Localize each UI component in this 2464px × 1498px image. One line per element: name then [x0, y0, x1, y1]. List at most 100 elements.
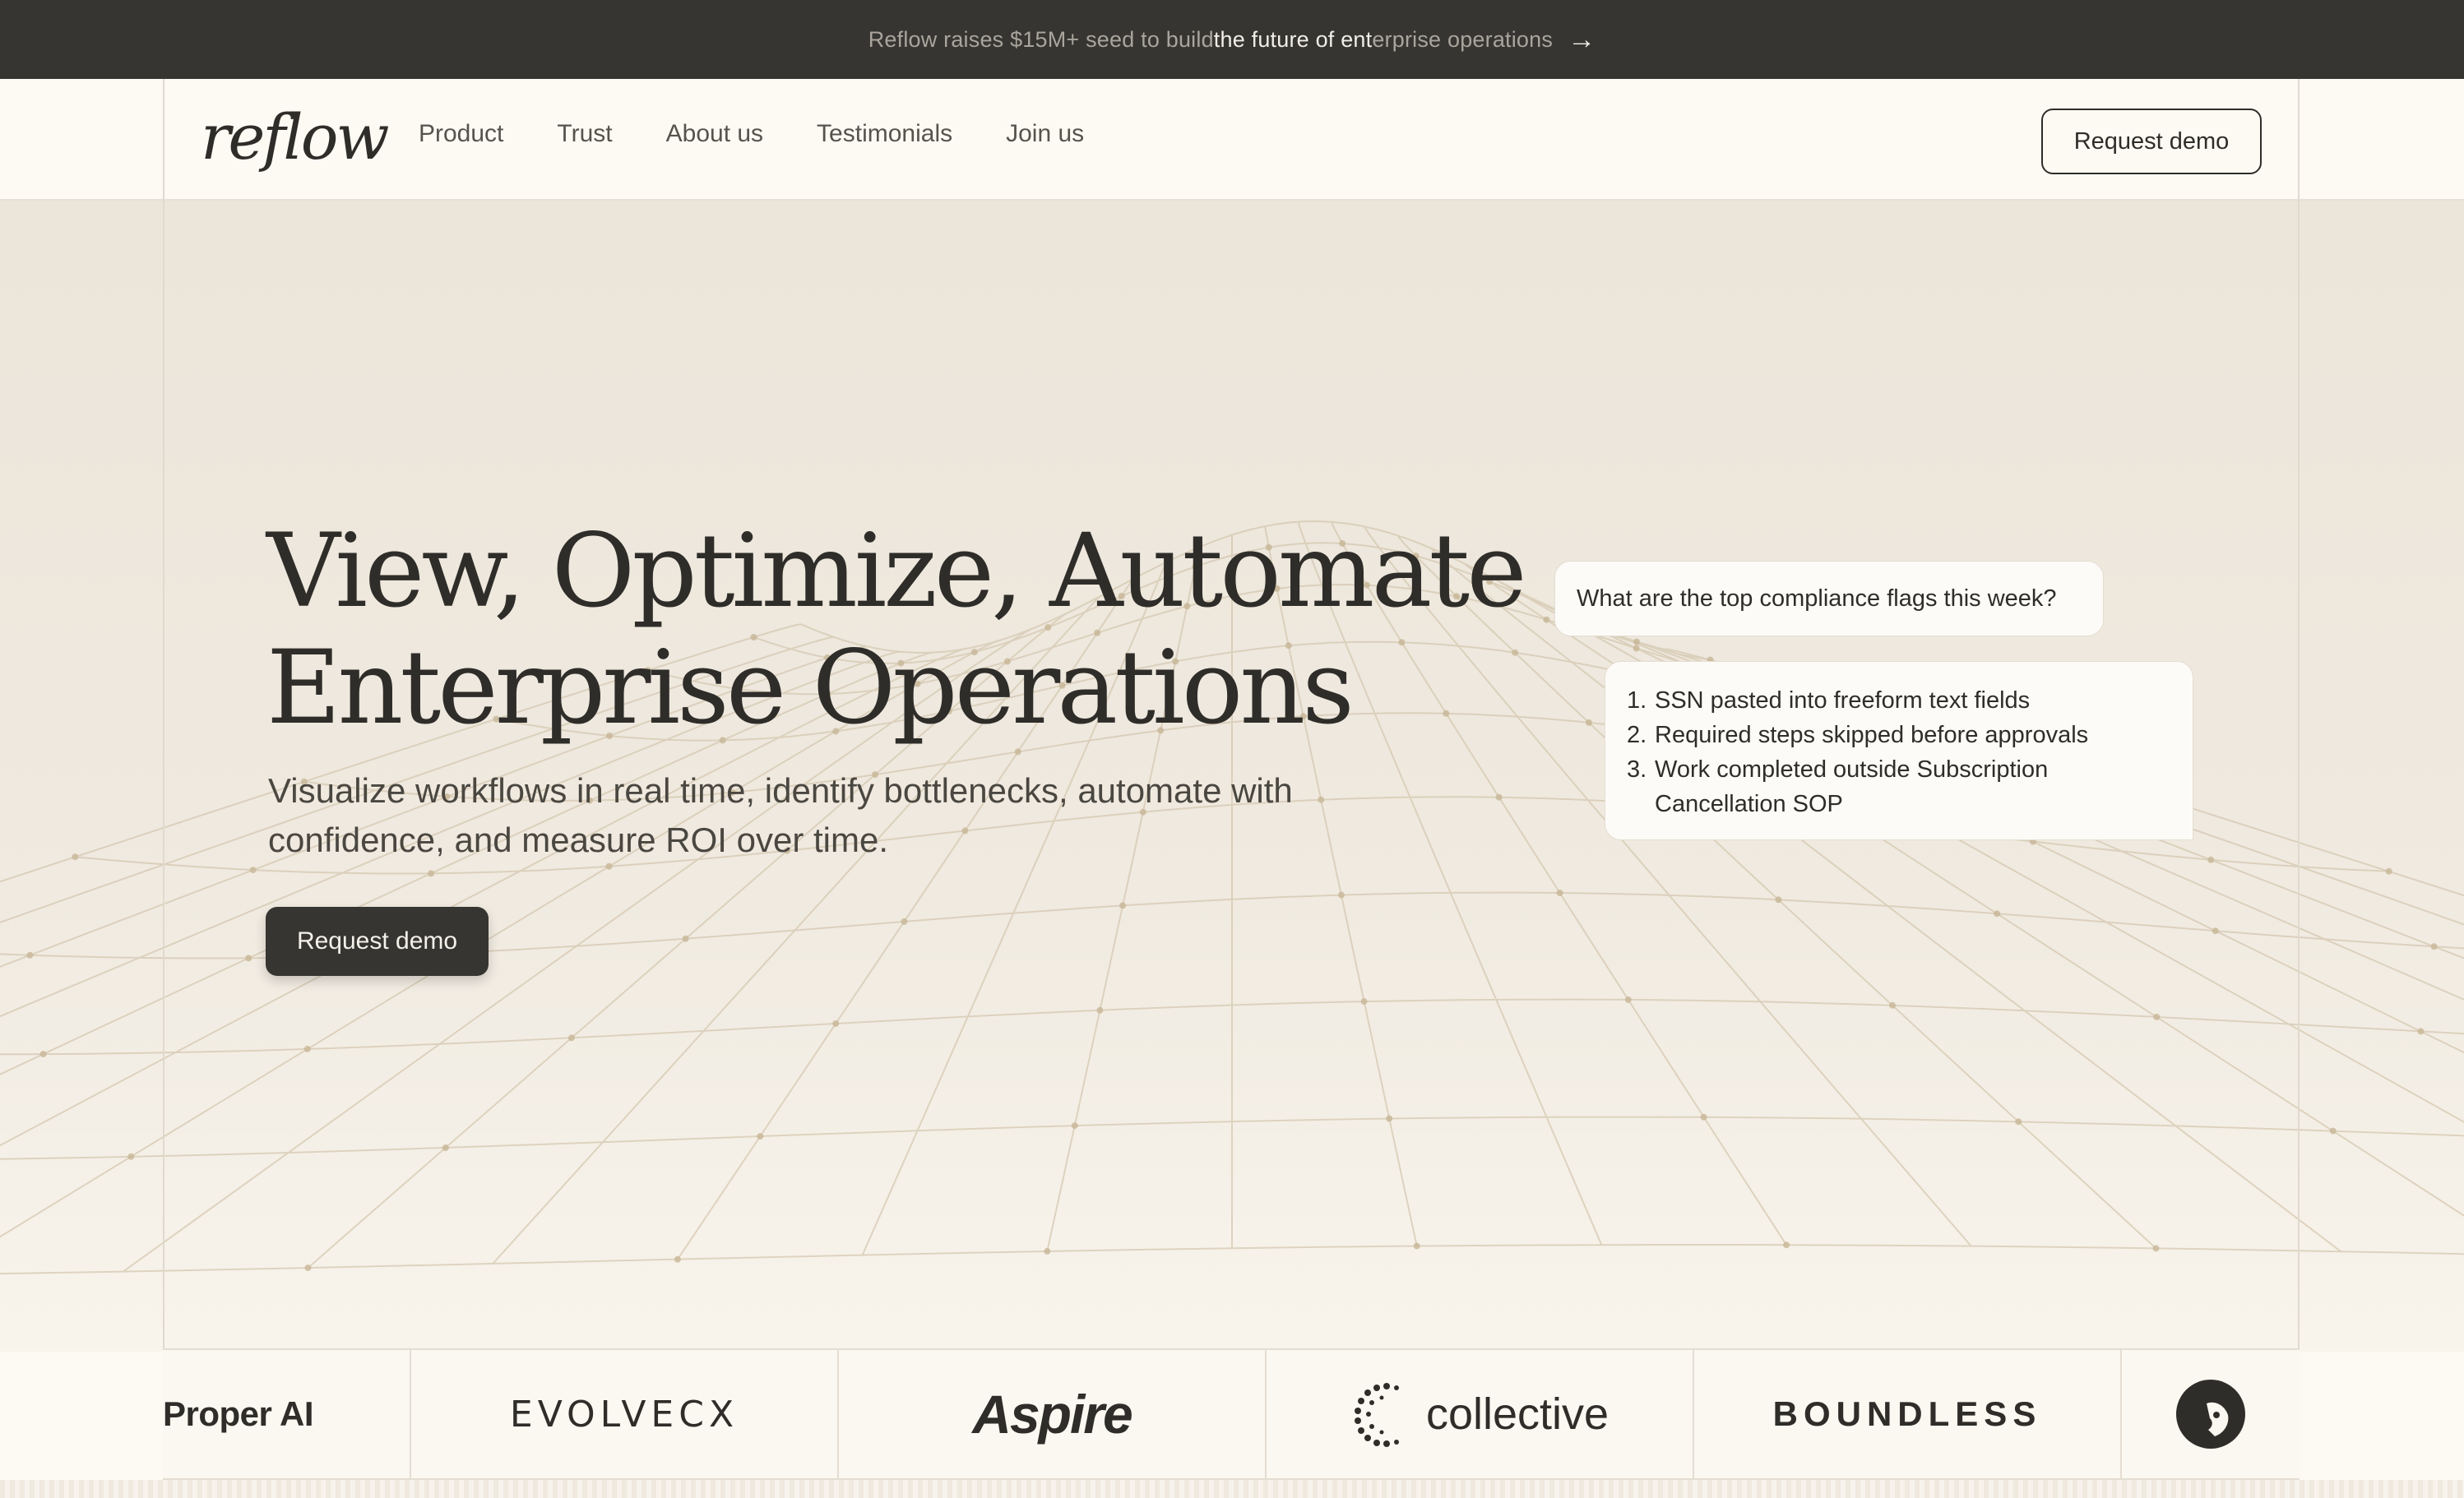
logo-boundless: BOUNDLESS: [1694, 1350, 2120, 1478]
mesh-dot: [304, 1265, 312, 1272]
mesh-dot: [2153, 1013, 2161, 1020]
site-header: reflow Product Trust About us Testimonia…: [0, 79, 2464, 201]
hero-subtitle-line1: Visualize workflows in real time, identi…: [268, 771, 1293, 810]
mesh-dot: [39, 1051, 47, 1058]
mesh-dot: [682, 935, 689, 942]
nav-trust[interactable]: Trust: [557, 120, 612, 148]
mesh-dot: [2015, 1118, 2022, 1126]
mesh-dot: [1585, 719, 1592, 726]
hero-section: View, Optimize, Automate Enterprise Oper…: [0, 201, 2464, 1352]
chat-answer-bubble: 1. SSN pasted into freeform text fields 2…: [1605, 661, 2193, 840]
mesh-dot: [2385, 867, 2392, 875]
mesh-dot: [2417, 1028, 2425, 1035]
dotted-c-icon: [1354, 1383, 1399, 1447]
mesh-dot: [1700, 1113, 1707, 1121]
mesh-dot: [1775, 896, 1782, 904]
mesh-dot: [72, 853, 79, 861]
logo-collective: collective: [1267, 1350, 1693, 1478]
mesh-dot: [1360, 998, 1368, 1006]
mesh-dot: [2212, 927, 2219, 935]
mesh-dot: [1543, 616, 1550, 623]
answer-item: 3. Work completed outside Subscription Ca…: [1627, 752, 2171, 821]
mesh-dot: [1889, 1001, 1896, 1009]
nav-join-us[interactable]: Join us: [1006, 120, 1084, 148]
mesh-dot: [1413, 1242, 1420, 1250]
announcement-pre: Reflow raises $15M+ seed to build: [868, 26, 1214, 52]
hero-title: View, Optimize, Automate Enterprise Oper…: [266, 512, 1527, 747]
dog-circle-icon: [2176, 1380, 2245, 1449]
chat-question: What are the top compliance flags this w…: [1577, 585, 2057, 612]
mesh-col-line: [1430, 548, 2341, 1252]
logo-proper-ai-text: Proper AI: [163, 1394, 313, 1433]
mesh-row-line: [0, 1243, 2464, 1275]
mesh-dot: [249, 867, 257, 874]
logo-evolvecx-text: EVOLVECX: [509, 1393, 739, 1436]
logo-boundless-text: BOUNDLESS: [1772, 1394, 2042, 1433]
mesh-dot: [245, 955, 252, 962]
mesh-dot: [1624, 996, 1632, 1003]
mesh-dot: [1386, 1115, 1393, 1122]
mesh-dot: [127, 1153, 135, 1160]
answer-item: 2. Required steps skipped before approval…: [1627, 718, 2171, 752]
announcement-post: erprise operations: [1372, 26, 1554, 52]
header-request-demo-button[interactable]: Request demo: [2041, 109, 2262, 174]
frame-line-left: [163, 79, 164, 1498]
mesh-dot: [442, 1144, 449, 1151]
nav-about-us[interactable]: About us: [666, 120, 763, 148]
mesh-dot: [757, 1133, 764, 1140]
mesh-dot: [1633, 645, 1640, 652]
mesh-dot: [1119, 902, 1127, 909]
mesh-dot: [2430, 943, 2438, 950]
hero-subtitle-line2: confidence, and measure ROI over time.: [268, 821, 889, 859]
mesh-dot: [674, 1255, 681, 1263]
logo-collective-text: collective: [1425, 1389, 1609, 1439]
mesh-dot: [1337, 891, 1345, 899]
mesh-dot: [2329, 1127, 2337, 1135]
hero-title-line1: View, Optimize, Automate: [266, 512, 1527, 631]
answer-num: 3.: [1627, 756, 1647, 783]
mesh-dot: [26, 951, 34, 959]
mesh-dot: [1556, 890, 1563, 896]
logo-evolvecx: EVOLVECX: [411, 1350, 837, 1478]
reflow-logo[interactable]: reflow: [201, 100, 390, 173]
mesh-dot: [1633, 638, 1640, 645]
answer-text: Work completed outside Subscription Canc…: [1655, 756, 2049, 817]
hero-subtitle: Visualize workflows in real time, identi…: [268, 766, 1362, 865]
mesh-dot: [1044, 1247, 1051, 1255]
nav-testimonials[interactable]: Testimonials: [817, 120, 952, 148]
logo-text: reflow: [201, 100, 390, 173]
mesh-dot: [2207, 856, 2215, 863]
chat-question-bubble: What are the top compliance flags this w…: [1554, 561, 2104, 636]
logo-dog: [2122, 1350, 2300, 1478]
main-nav: Product Trust About us Testimonials Join…: [419, 120, 1137, 148]
customer-logo-strip: Proper AI EVOLVECX Aspire collective BOU…: [163, 1348, 2300, 1480]
mesh-dot: [901, 918, 908, 925]
arrow-right-icon[interactable]: →: [1568, 24, 1596, 56]
mesh-dot: [428, 870, 435, 877]
hero-title-line2: Enterprise Operations: [266, 629, 1355, 747]
mesh-dot: [1994, 910, 2001, 918]
mesh-dot: [303, 1045, 311, 1052]
mesh-dot: [1071, 1122, 1078, 1130]
mesh-dot: [1783, 1241, 1790, 1249]
mesh-dot: [2152, 1245, 2160, 1252]
logo-aspire-text: Aspire: [972, 1384, 1132, 1445]
logo-aspire: Aspire: [839, 1350, 1265, 1478]
nav-product[interactable]: Product: [419, 120, 503, 148]
mesh-dot: [568, 1034, 575, 1042]
mesh-dot: [832, 1020, 840, 1027]
answer-num: 2.: [1627, 722, 1647, 748]
hero-request-demo-button[interactable]: Request demo: [266, 907, 489, 976]
frame-line-right: [2298, 79, 2300, 1498]
answer-num: 1.: [1627, 687, 1647, 714]
mesh-dot: [1096, 1006, 1104, 1014]
logo-proper-ai: Proper AI: [163, 1350, 410, 1478]
answer-text: SSN pasted into freeform text fields: [1655, 687, 2031, 714]
announcement-bar[interactable]: Reflow raises $15M+ seed to build the fu…: [0, 0, 2464, 79]
announcement-highlight: the future of ent: [1213, 26, 1373, 52]
answer-text: Required steps skipped before approvals: [1655, 722, 2089, 748]
bottom-pattern: [0, 1480, 2464, 1498]
answer-item: 1. SSN pasted into freeform text fields: [1627, 683, 2171, 718]
mesh-dot: [1495, 793, 1503, 801]
mesh-dot: [1014, 748, 1021, 756]
